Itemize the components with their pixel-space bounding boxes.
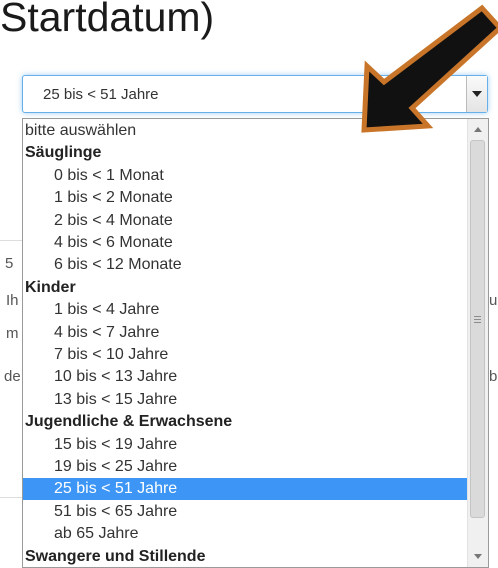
option-group-label: Jugendliche & Erwachsene [25, 413, 233, 431]
background-text-fragment: de [4, 368, 21, 385]
list-item[interactable]: 10 bis < 13 Jahre [23, 366, 488, 388]
caret-down-icon [474, 554, 482, 559]
list-item[interactable]: 6 bis < 12 Monate [23, 254, 488, 276]
select-value: 25 bis < 51 Jahre [43, 86, 159, 103]
list-item[interactable]: 4 bis < 6 Monate [23, 232, 488, 254]
background-divider [0, 240, 22, 241]
list-item[interactable]: 2 bis < 4 Monate [23, 210, 488, 232]
list-item[interactable]: 51 bis < 65 Jahre [23, 501, 488, 523]
option-group-label: Säuglinge [25, 144, 102, 162]
background-text-fragment: m [6, 325, 19, 342]
list-item[interactable]: 13 bis < 15 Jahre [23, 389, 488, 411]
option-group-label: Swangere und Stillende [25, 547, 206, 565]
scroll-down-button[interactable] [468, 547, 488, 567]
scrollbar-thumb[interactable] [470, 140, 485, 518]
list-item[interactable]: ab 65 Jahre [23, 523, 488, 545]
list-item[interactable]: 7 bis < 10 Jahre [23, 344, 488, 366]
background-text-fragment: 5 [5, 255, 14, 272]
list-item[interactable]: 15 bis < 19 Jahre [23, 434, 488, 456]
age-group-listbox[interactable]: bitte auswählen Säuglinge 0 bis < 1 Monat 1… [22, 118, 489, 568]
scrollbar[interactable] [467, 119, 488, 567]
list-item[interactable]: 1 bis < 4 Jahre [23, 299, 488, 321]
grip-icon [474, 319, 481, 320]
list-item[interactable]: 4 bis < 7 Jahre [23, 322, 488, 344]
page-title: Startdatum) [0, 0, 215, 40]
list-item[interactable]: 25 bis < 51 Jahre [23, 478, 488, 501]
option-group-label: Kinder [25, 278, 76, 296]
list-item[interactable]: 0 bis < 1 Monat [23, 165, 488, 187]
list-item[interactable]: 19 bis < 25 Jahre [23, 456, 488, 478]
background-text-fragment: b [489, 368, 498, 385]
background-text-fragment: u [489, 292, 498, 309]
list-item[interactable]: 1 bis < 2 Monate [23, 187, 488, 209]
pointer-arrow-icon [361, 4, 498, 133]
grip-icon [474, 316, 481, 317]
background-text-fragment: Ih [6, 292, 19, 309]
grip-icon [474, 322, 481, 323]
background-divider [0, 497, 22, 498]
